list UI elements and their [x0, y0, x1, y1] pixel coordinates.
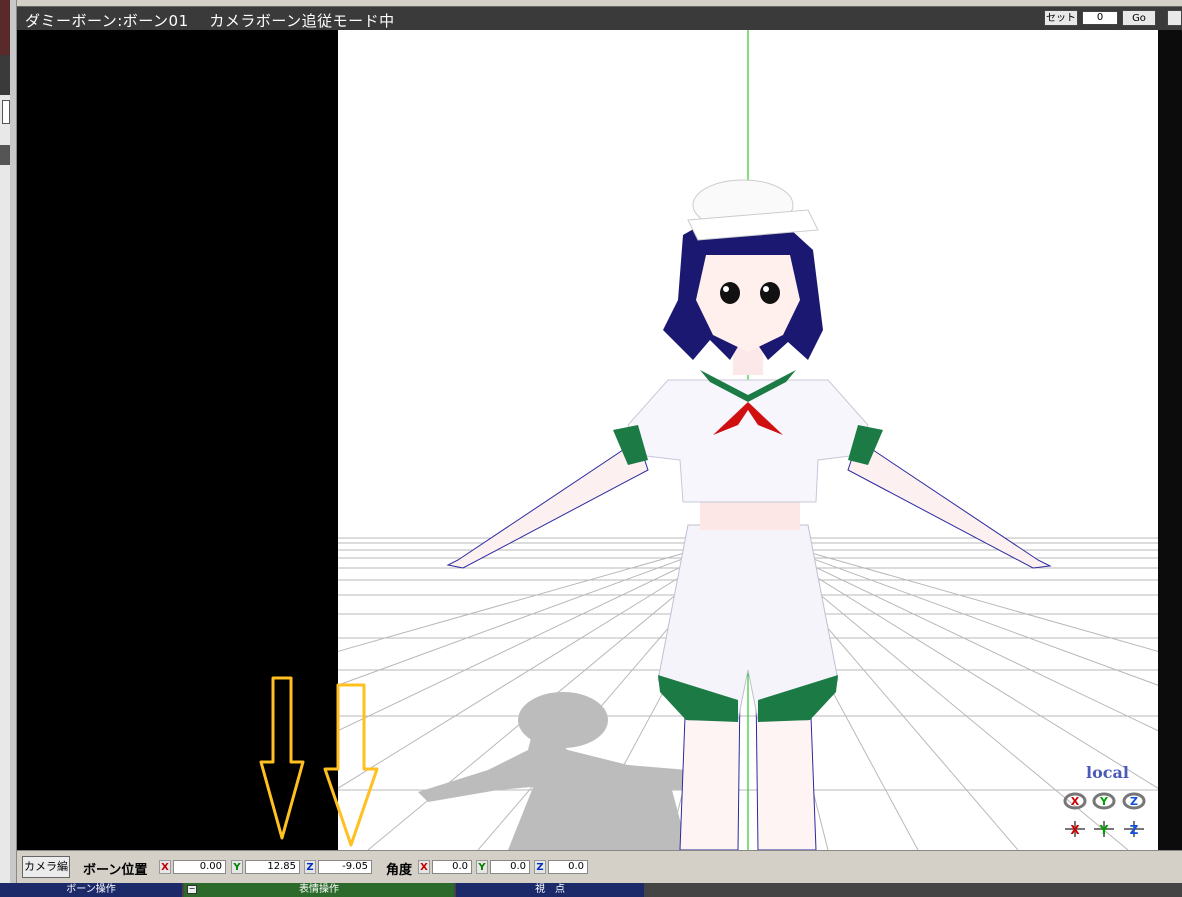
- left-panel-block: [0, 55, 10, 95]
- frame-number-input[interactable]: 0: [1082, 11, 1118, 25]
- position-z-axis-label: Z: [304, 860, 316, 874]
- collapse-icon[interactable]: −: [187, 885, 197, 894]
- x-rotate-icon[interactable]: X: [1063, 792, 1087, 810]
- svg-text:X: X: [1070, 823, 1080, 837]
- left-panel-field[interactable]: [2, 100, 10, 124]
- tab-view-point[interactable]: 視 点: [456, 883, 644, 897]
- 3d-viewport[interactable]: local X Y Z X Y Z: [17, 30, 1182, 850]
- left-panel-block: [0, 0, 10, 55]
- angle-y-input[interactable]: 0.0: [490, 860, 530, 874]
- annotation-arrow-icon: [259, 676, 305, 840]
- tab-bone-operation[interactable]: ボーン操作: [0, 883, 182, 897]
- left-panel-block: [0, 145, 10, 165]
- bone-position-label: ボーン位置: [83, 863, 148, 878]
- position-y-axis-label: Y: [231, 860, 243, 874]
- scene-render: [338, 30, 1158, 850]
- angle-label: 角度: [386, 863, 413, 878]
- x-move-icon[interactable]: X: [1063, 820, 1087, 838]
- tab-expression-operation[interactable]: − 表情操作: [184, 883, 454, 897]
- go-button[interactable]: Go: [1122, 10, 1156, 26]
- svg-text:Y: Y: [1099, 823, 1109, 837]
- viewport-title-bar: ダミーボーン:ボーン01 カメラボーン追従モード中 セット 0 Go: [17, 6, 1182, 31]
- annotation-arrow-icon: [323, 683, 379, 847]
- local-mode-label[interactable]: local: [1086, 763, 1129, 782]
- svg-text:Y: Y: [1099, 795, 1109, 808]
- svg-text:Z: Z: [1130, 823, 1139, 837]
- tab-expression-label: 表情操作: [299, 884, 339, 895]
- angle-z-axis-label: Z: [534, 860, 546, 874]
- viewport-title: ダミーボーン:ボーン01 カメラボーン追従モード中: [25, 12, 395, 30]
- svg-text:X: X: [1071, 795, 1080, 808]
- position-x-input[interactable]: 0.00: [173, 860, 226, 874]
- angle-x-input[interactable]: 0.0: [432, 860, 472, 874]
- panel-splitter[interactable]: [10, 0, 17, 897]
- set-button[interactable]: セット: [1044, 10, 1078, 26]
- position-x-axis-label: X: [159, 860, 171, 874]
- angle-x-axis-label: X: [418, 860, 430, 874]
- angle-y-axis-label: Y: [476, 860, 488, 874]
- z-move-icon[interactable]: Z: [1122, 820, 1146, 838]
- y-move-icon[interactable]: Y: [1092, 820, 1116, 838]
- z-rotate-icon[interactable]: Z: [1122, 792, 1146, 810]
- camera-edit-button[interactable]: カメラ編: [22, 856, 70, 878]
- y-rotate-icon[interactable]: Y: [1092, 792, 1116, 810]
- position-z-input[interactable]: -9.05: [318, 860, 372, 874]
- viewport-right-strip: [1158, 30, 1182, 850]
- angle-z-input[interactable]: 0.0: [548, 860, 588, 874]
- position-y-input[interactable]: 12.85: [245, 860, 300, 874]
- svg-text:Z: Z: [1130, 795, 1138, 808]
- bone-position-panel: カメラ編 ボーン位置 X 0.00 Y 12.85 Z -9.05 角度 X 0…: [17, 850, 1182, 884]
- window-control-button[interactable]: [1167, 10, 1182, 26]
- render-area[interactable]: local X Y Z X Y Z: [338, 30, 1158, 850]
- mmd-window: ダミーボーン:ボーン01 カメラボーン追従モード中 セット 0 Go local…: [0, 0, 1182, 897]
